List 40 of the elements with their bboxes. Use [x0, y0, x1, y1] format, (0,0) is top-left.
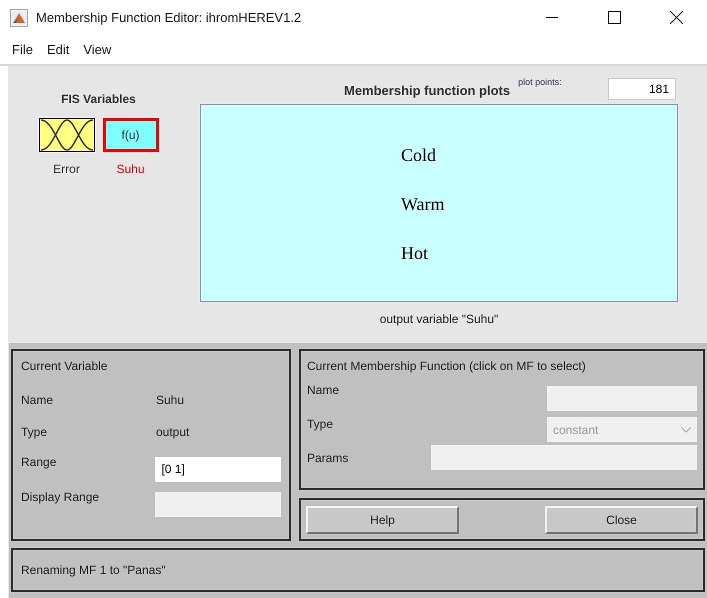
plot-title: Membership function plots — [344, 82, 510, 100]
section-title: FIS Variables — [61, 91, 136, 108]
plot-points-field[interactable]: 181 — [608, 78, 676, 100]
field-label: Display Range — [21, 489, 100, 506]
field-label: Type — [21, 424, 48, 441]
field-label: Name — [21, 392, 54, 409]
dialog-button[interactable]: Help — [306, 506, 459, 534]
mf-label[interactable]: Cold — [401, 143, 436, 167]
mf-params-field[interactable] — [431, 445, 697, 470]
minimize-icon — [546, 16, 558, 18]
range-field[interactable]: [0 1] — [155, 457, 281, 482]
menu-item[interactable]: Edit — [40, 40, 76, 60]
app-logo-icon — [10, 8, 28, 26]
field-label: Params — [307, 450, 348, 467]
mf-label[interactable]: Hot — [401, 241, 428, 265]
variable-label: Suhu — [116, 161, 145, 178]
function-box[interactable]: f(u) — [102, 118, 158, 152]
plot-caption: output variable "Suhu" — [380, 311, 498, 328]
dialog-button[interactable]: Close — [545, 506, 698, 534]
maximize-icon — [608, 11, 620, 24]
window-title: Membership Function Editor: ihromHEREV1.2 — [36, 8, 302, 27]
close-icon — [670, 11, 682, 24]
variable-type: output — [156, 424, 190, 441]
variable-name: Suhu — [156, 392, 184, 409]
menu-item[interactable]: File — [6, 40, 39, 60]
panel-title: Current Membership Function (click on MF to select) — [307, 358, 587, 375]
display-range-field[interactable] — [155, 492, 281, 517]
variable-label: Error — [53, 161, 80, 178]
mf-name-field[interactable] — [547, 386, 697, 411]
plot-points-label: plot points: — [518, 76, 562, 89]
menu-item[interactable]: View — [77, 40, 118, 60]
field-label: Type — [307, 416, 334, 433]
panel-title: Current Variable — [21, 358, 108, 375]
status-message: Renaming MF 1 to "Panas" — [21, 563, 166, 577]
field-label: Range — [21, 454, 58, 471]
chevron-down-icon — [681, 426, 691, 432]
membership-curves-icon[interactable] — [38, 118, 94, 152]
field-label: Name — [307, 382, 340, 399]
mf-label[interactable]: Warm — [401, 192, 445, 216]
plot-area[interactable]: Cold Warm Hot — [200, 104, 678, 302]
